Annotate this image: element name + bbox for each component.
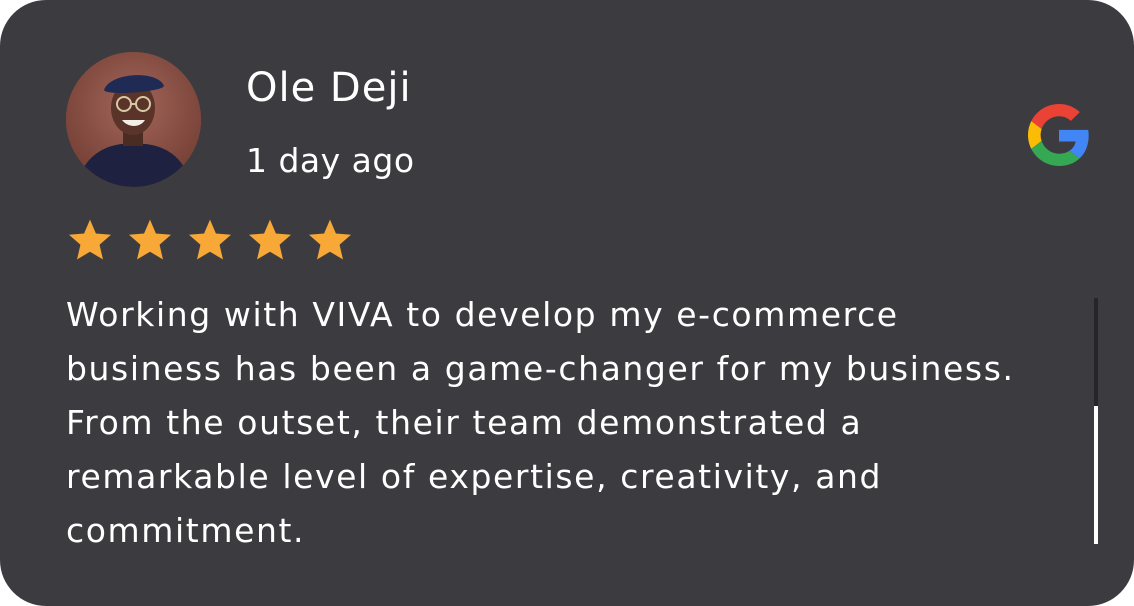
star-icon — [249, 219, 291, 260]
review-time: 1 day ago — [246, 141, 415, 180]
review-card: Ole Deji 1 day ago Working with VIVA to … — [0, 0, 1134, 606]
avatar — [66, 52, 201, 187]
star-icon — [309, 219, 351, 260]
scrollbar-thumb[interactable] — [1094, 406, 1098, 544]
google-icon — [1028, 104, 1089, 166]
star-icon — [69, 219, 111, 260]
star-icon — [189, 219, 231, 260]
star-icon — [129, 219, 171, 260]
scrollbar-track[interactable] — [1094, 298, 1098, 544]
star-rating — [66, 216, 354, 264]
reviewer-name: Ole Deji — [246, 65, 412, 111]
review-text: Working with VIVA to develop my e-commer… — [66, 295, 1015, 550]
